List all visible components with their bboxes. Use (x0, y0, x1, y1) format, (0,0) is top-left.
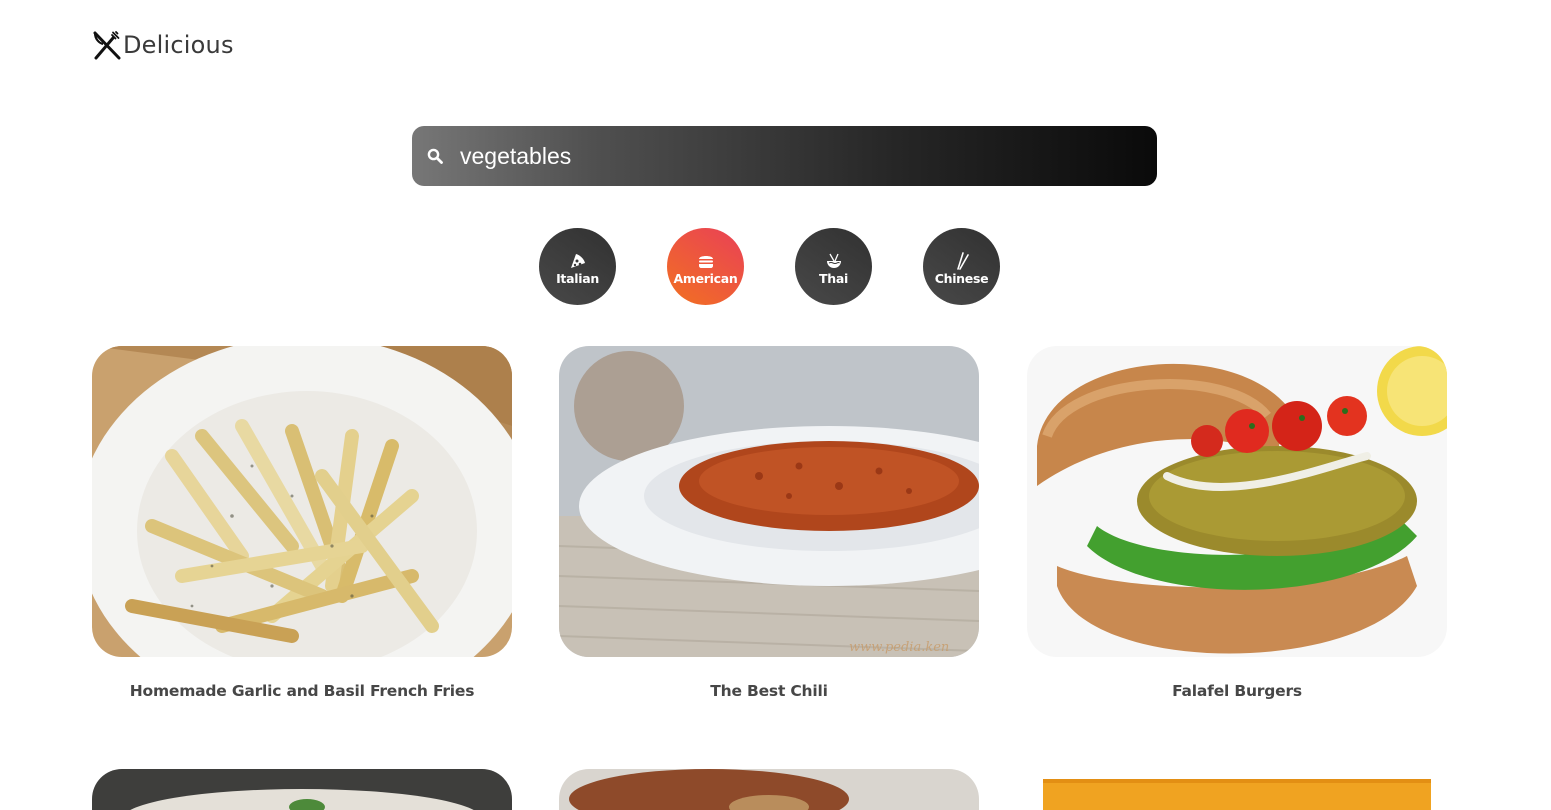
chili-photo: www.pedia.ken (559, 346, 979, 657)
recipe-card[interactable] (1027, 769, 1447, 810)
noodle-bowl-icon (826, 253, 841, 268)
category-label: American (673, 270, 738, 286)
category-american[interactable]: American (667, 228, 744, 305)
chopsticks-icon (956, 251, 969, 270)
dish-photo-6 (1027, 769, 1447, 810)
svg-text:www.pedia.ken: www.pedia.ken (849, 640, 949, 655)
recipe-card[interactable]: Homemade Garlic and Basil French Fries (92, 346, 512, 700)
recipe-title: Homemade Garlic and Basil French Fries (129, 682, 475, 700)
recipe-title: The Best Chili (710, 682, 828, 700)
pizza-icon (570, 253, 585, 268)
brand-name: Delicious (123, 31, 234, 59)
brand-logo-link[interactable]: Delicious (92, 29, 234, 61)
falafel-burger-photo (1027, 346, 1447, 657)
search-icon (427, 148, 443, 164)
category-label: Thai (819, 270, 848, 286)
search-input[interactable] (448, 126, 1148, 186)
fork-knife-icon (93, 31, 121, 60)
dish-photo-5 (559, 769, 979, 810)
recipe-title: Falafel Burgers (1172, 682, 1302, 700)
recipe-card[interactable]: www.pedia.ken The Best Chili (559, 346, 979, 700)
category-chinese[interactable]: Chinese (923, 228, 1000, 305)
category-label: Italian (556, 270, 599, 286)
hamburger-icon (698, 255, 713, 268)
dish-photo-4 (92, 769, 512, 810)
category-thai[interactable]: Thai (795, 228, 872, 305)
category-italian[interactable]: Italian (539, 228, 616, 305)
fries-photo (92, 346, 512, 657)
recipe-card[interactable] (559, 769, 979, 810)
category-label: Chinese (934, 270, 989, 286)
recipe-card[interactable]: Falafel Burgers (1027, 346, 1447, 700)
recipe-card[interactable] (92, 769, 512, 810)
